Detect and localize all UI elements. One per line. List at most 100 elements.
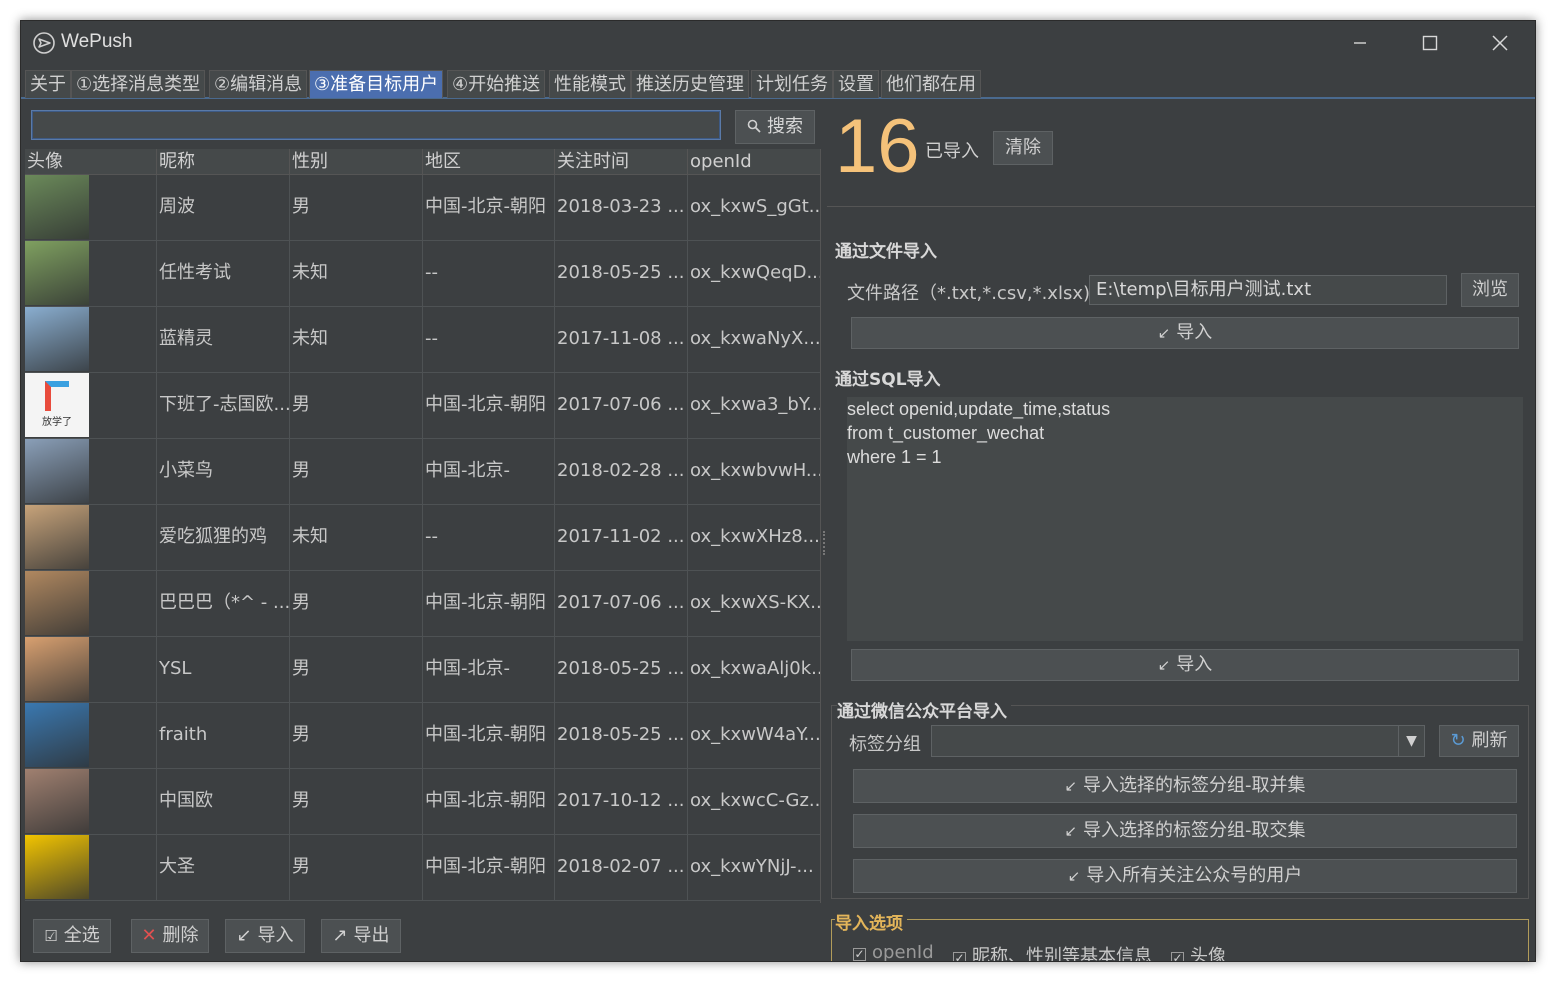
table-row[interactable]: 大圣男中国-北京-朝阳 2018-02-07 ... ox_kxwYNjJ-... [25,835,820,901]
cell-gender: 男 [290,175,423,241]
table-row[interactable]: 中国欧男中国-北京-朝阳 2017-10-12 ... ox_kxwcC-Gz... [25,769,820,835]
sql-import-button[interactable]: ↙ 导入 [851,649,1519,681]
tab-start-push[interactable]: ④开始推送 [447,70,546,98]
search-button-label: 搜索 [767,116,803,137]
table-row[interactable]: 蓝精灵 未知 -- 2017-11-08 ... ox_kxwaNyX... [25,307,820,373]
delete-button[interactable]: ✕ 删除 [131,919,209,953]
search-button[interactable]: 搜索 [735,110,815,144]
window-title: WePush [61,31,133,52]
column-header-region[interactable]: 地区 [423,149,555,175]
tab-select-message-type[interactable]: ①选择消息类型 [71,70,206,98]
cell-region: 中国-北京- [423,439,555,505]
refresh-button[interactable]: ↻ 刷新 [1439,725,1519,757]
chevron-down-icon[interactable]: ▼ [1398,726,1424,756]
select-all-button[interactable]: ☑ 全选 [33,919,111,953]
avatar-caption: 放学了 [42,417,72,428]
cell-nickname: 任性考试 [157,241,290,307]
avatar [25,175,89,239]
browse-button[interactable]: 浏览 [1461,273,1519,307]
cell-openid: ox_kxwa3_bY... [688,373,820,439]
table-row[interactable]: 放学了 下班了-志国欧... 男中国-北京-朝阳 2017-07-06 ... ox_k… [25,373,820,439]
tag-group-label: 标签分组 [849,734,921,755]
maximize-button[interactable] [1395,21,1465,67]
import-all-followers-button[interactable]: ↙ 导入所有关注公众号的用户 [853,859,1517,893]
avatar [25,637,89,701]
tab-edit-message[interactable]: ②编辑消息 [209,70,308,98]
tab-performance-mode[interactable]: 性能模式 [549,70,631,98]
tab-settings[interactable]: 设置 [833,70,879,98]
table-row[interactable]: YSL 男中国-北京- 2018-05-25 ... ox_kxwaAlj0k... [25,637,820,703]
minimize-button[interactable] [1325,21,1395,67]
cell-region: 中国-北京-朝阳 [423,835,555,901]
tab-prepare-target-users[interactable]: ③准备目标用户 [309,70,444,98]
splitter-grip[interactable] [823,531,825,555]
file-import-button[interactable]: ↙ 导入 [851,317,1519,349]
table-row[interactable]: 小菜鸟男中国-北京- 2018-02-28 ... ox_kxwbvwH... [25,439,820,505]
tag-group-select[interactable]: ▼ [931,725,1425,757]
column-header-avatar[interactable]: 头像 [25,149,157,175]
cell-avatar [25,241,157,307]
file-path-input[interactable]: E:\temp\目标用户测试.txt [1089,275,1447,305]
table-row[interactable]: 任性考试 未知 -- 2018-05-25 ... ox_kxwQeqD... [25,241,820,307]
cell-gender: 未知 [290,505,423,571]
cell-nickname: YSL [157,637,290,703]
cell-region: 中国-北京-朝阳 [423,769,555,835]
cell-region: 中国-北京-朝阳 [423,373,555,439]
column-header-nickname[interactable]: 昵称 [157,149,290,175]
option-basic-info-label: 昵称、性别等基本信息 [972,946,1152,962]
imported-count-label: 已导入 [925,141,979,162]
column-header-openid[interactable]: openId [688,149,820,175]
table-row[interactable]: 爱吃狐狸的鸡 未知 -- 2017-11-02 ... ox_kxwXHz8... [25,505,820,571]
tab-push-history[interactable]: 推送历史管理 [631,70,749,98]
cell-region: 中国-北京-朝阳 [423,175,555,241]
cell-gender: 男 [290,571,423,637]
import-button[interactable]: ↙ 导入 [225,919,305,953]
delete-x-icon: ✕ [141,925,157,946]
import-tag-intersect-button[interactable]: ↙ 导入选择的标签分组-取交集 [853,814,1517,848]
import-tag-union-button[interactable]: ↙ 导入选择的标签分组-取并集 [853,769,1517,803]
search-icon [747,119,761,133]
cell-nickname: 爱吃狐狸的鸡 [157,505,290,571]
wepush-logo-icon [33,32,55,54]
import-label: 导入 [257,925,294,946]
clear-button[interactable]: 清除 [993,131,1053,165]
cell-region: 中国-北京- [423,637,555,703]
tab-scheduled-tasks[interactable]: 计划任务 [751,70,833,98]
tab-who-uses[interactable]: 他们都在用 [881,70,981,98]
checkbox-icon: ☑ [44,927,58,945]
search-input[interactable] [31,110,721,140]
maximize-icon [1422,35,1438,51]
table-row[interactable]: 巴巴巴（*^ - ... 男中国-北京-朝阳 2017-07-06 ... ox_kx… [25,571,820,637]
option-basic-info-checkbox[interactable]: ✓ 昵称、性别等基本信息 [953,942,1152,962]
cell-follow-time: 2018-03-23 ... [555,175,688,241]
cell-avatar [25,835,157,901]
column-header-follow-time[interactable]: 关注时间 [555,149,688,175]
option-avatar-checkbox[interactable]: ✓ 头像 [1171,942,1226,962]
import-arrow-icon: ↙ [1064,777,1078,795]
cell-region: 中国-北京-朝阳 [423,571,555,637]
cell-region: -- [423,307,555,373]
cell-nickname: 中国欧 [157,769,290,835]
export-button[interactable]: ↗ 导出 [321,919,401,953]
cell-openid: ox_kxwXS-KX... [688,571,820,637]
app-window: WePush 关于 ①选择消息类型 ②编辑消息 ③准备目标用户 ④开始推送 性能… [20,20,1536,962]
option-avatar-label: 头像 [1190,946,1226,962]
table-row[interactable]: 周波男中国-北京-朝阳 2018-03-23 ... ox_kxwS_gGt... [25,175,820,241]
import-arrow-icon: ↙ [236,925,252,946]
cell-gender: 男 [290,637,423,703]
cell-nickname: fraith [157,703,290,769]
import-arrow-icon: ↙ [1064,822,1078,840]
cell-openid: ox_kxwS_gGt... [688,175,820,241]
cell-nickname: 小菜鸟 [157,439,290,505]
cell-gender: 男 [290,835,423,901]
user-list-panel: 搜索 头像 昵称 性别 地区 关注时间 openId 周波男中国-北京-朝阳 20… [21,101,827,961]
cell-openid: ox_kxwQeqD... [688,241,820,307]
tab-about[interactable]: 关于 [25,70,71,98]
sql-textarea[interactable]: select openid,update_time,status from t_… [847,397,1523,641]
column-header-gender[interactable]: 性别 [290,149,423,175]
cell-avatar [25,571,157,637]
cell-openid: ox_kxwW4aY... [688,703,820,769]
select-all-label: 全选 [63,925,100,946]
table-row[interactable]: fraith 男中国-北京-朝阳 2018-05-25 ... ox_kxwW4aY.… [25,703,820,769]
close-button[interactable] [1465,21,1535,67]
